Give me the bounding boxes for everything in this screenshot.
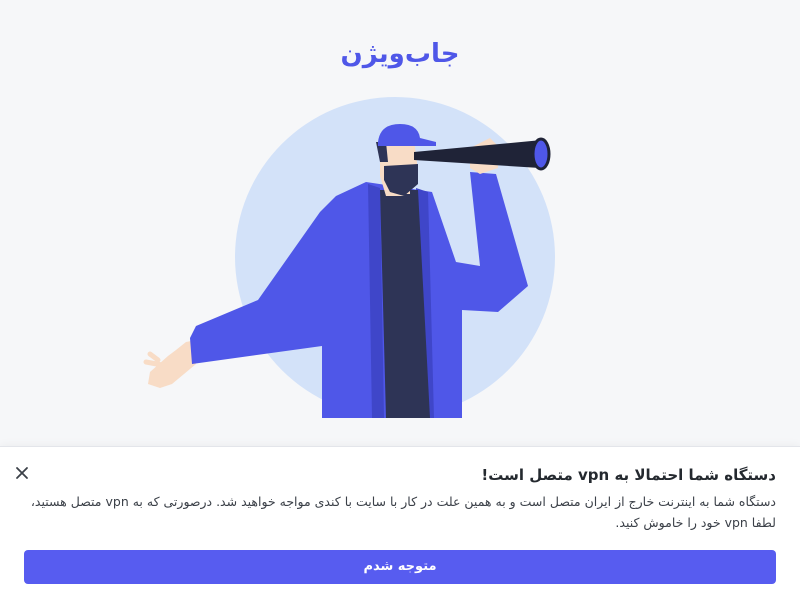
confirm-button[interactable]: متوجه شدم <box>24 550 776 584</box>
telescope-man-illustration <box>143 97 555 418</box>
vpn-warning-sheet: دستگاه شما احتمالا به vpn متصل است! دستگ… <box>0 446 800 600</box>
close-icon-graphic <box>16 467 28 479</box>
dialog-message: دستگاه شما به اینترنت خارج از ایران متصل… <box>30 494 776 530</box>
dialog-title: دستگاه شما احتمالا به vpn متصل است! <box>481 466 776 484</box>
close-icon[interactable] <box>13 464 31 482</box>
